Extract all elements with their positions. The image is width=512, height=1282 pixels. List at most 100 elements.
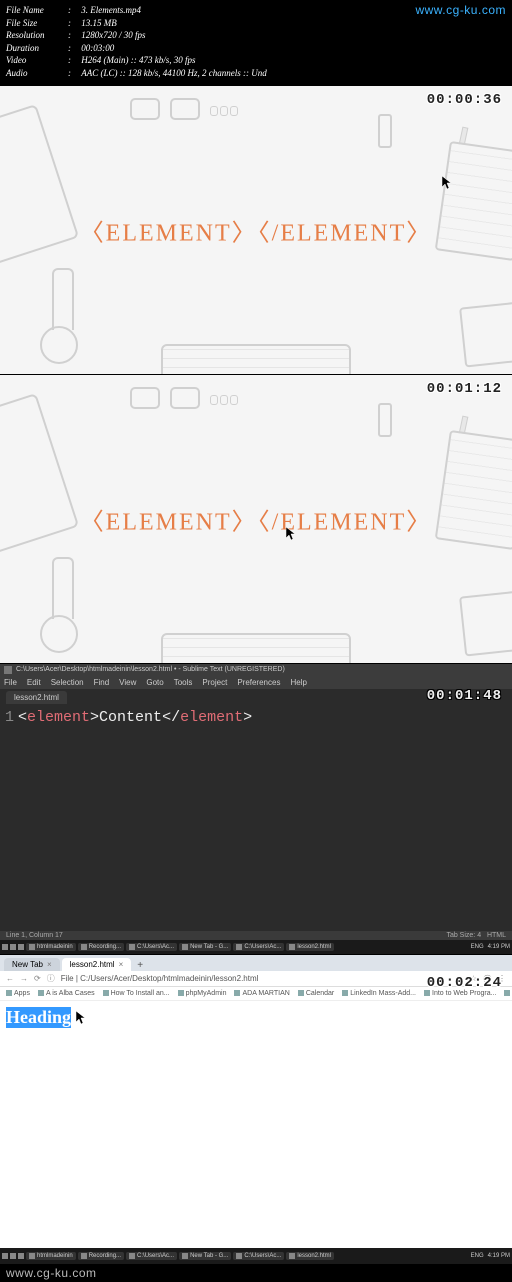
taskbar-item[interactable]: C:\Users\Ac...: [126, 1252, 177, 1260]
clips-sketch-icon: [210, 106, 250, 120]
editor-gutter: 1: [0, 708, 18, 927]
taskbar-item[interactable]: Recording...: [78, 1252, 124, 1260]
bookmark-item[interactable]: Into to Web Progra...: [424, 990, 496, 997]
folder-icon: [29, 944, 35, 950]
chrome-icon: [289, 1253, 295, 1259]
taskview-icon[interactable]: [18, 1253, 24, 1259]
editor-timestamp: 00:01:48: [427, 688, 502, 704]
editor-statusbar[interactable]: Line 1, Column 17 Tab Size: 4 HTML: [0, 931, 512, 940]
address-bar[interactable]: File | C:/Users/Acer/Desktop/htmlmadeini…: [61, 974, 464, 983]
bookmark-icon: [424, 990, 430, 996]
browser-panel: 00:02:24 New Tab× lesson2.html× + ← → ⟳ …: [0, 954, 512, 1264]
cursor-icon: [442, 176, 452, 190]
forward-button[interactable]: →: [20, 974, 28, 983]
windows-taskbar[interactable]: htmlmadeinin Recording... C:\Users\Ac...…: [0, 1248, 512, 1264]
reload-button[interactable]: ⟳: [34, 974, 41, 983]
slide-1-text: 〈ELEMENT〉〈/ELEMENT〉: [80, 212, 433, 247]
bookmark-icon: [298, 990, 304, 996]
menu-find[interactable]: Find: [94, 678, 110, 687]
bookmark-item[interactable]: Extensions: [504, 990, 512, 997]
taskbar-item[interactable]: C:\Users\Ac...: [233, 943, 284, 951]
bookmark-icon: [38, 990, 44, 996]
editor-panel: 00:01:48 C:\Users\Acer\Desktop\htmlmadei…: [0, 664, 512, 954]
taskbar-item[interactable]: lesson2.html: [286, 943, 334, 951]
bookmark-item[interactable]: A is Alba Cases: [38, 990, 95, 997]
taskbar-item[interactable]: Recording...: [78, 943, 124, 951]
bookmark-icon: [504, 990, 510, 996]
close-icon[interactable]: ×: [47, 960, 52, 969]
page-heading[interactable]: Heading: [6, 1007, 71, 1028]
chrome-icon: [182, 944, 188, 950]
taskbar-item[interactable]: C:\Users\Ac...: [126, 943, 177, 951]
browser-tab-newtab[interactable]: New Tab×: [4, 958, 60, 971]
editor-code-area[interactable]: 1 <element>Content</element>: [0, 704, 512, 931]
taskbar-item[interactable]: C:\Users\Ac...: [233, 1252, 284, 1260]
bookmark-item[interactable]: How To Install an...: [103, 990, 170, 997]
browser-tabstrip[interactable]: New Tab× lesson2.html× +: [0, 955, 512, 971]
taskbar-item[interactable]: New Tab - G...: [179, 1252, 231, 1260]
chrome-icon: [289, 944, 295, 950]
cursor-icon: [286, 527, 296, 541]
slide-2-text: 〈ELEMENT〉〈/ELEMENT〉: [80, 501, 433, 536]
mi-label-filesize: File Size: [6, 17, 64, 30]
mi-value-video: H264 (Main) :: 473 kb/s, 30 fps: [81, 54, 195, 67]
bookmark-item[interactable]: Calendar: [298, 990, 334, 997]
folder-icon: [29, 1253, 35, 1259]
book-sketch-icon: [459, 300, 512, 367]
menu-selection[interactable]: Selection: [51, 678, 84, 687]
taskbar-item[interactable]: htmlmadeinin: [26, 1252, 76, 1260]
bookmark-icon: [342, 990, 348, 996]
menu-tools[interactable]: Tools: [174, 678, 193, 687]
menu-help[interactable]: Help: [290, 678, 306, 687]
usb-sketch-icon: [378, 114, 392, 148]
tray-lang[interactable]: ENG: [471, 1253, 484, 1259]
mi-value-audio: AAC (LC) :: 128 kb/s, 44100 Hz, 2 channe…: [81, 67, 266, 80]
menu-view[interactable]: View: [119, 678, 136, 687]
start-icon[interactable]: [2, 1253, 8, 1259]
taskbar-item[interactable]: New Tab - G...: [179, 943, 231, 951]
tray-lang[interactable]: ENG: [471, 944, 484, 950]
bookmark-icon: [103, 990, 109, 996]
search-icon[interactable]: [10, 1253, 16, 1259]
slide-2: 00:01:12 〈ELEMENT〉〈/ELEMENT〉: [0, 375, 512, 664]
taskbar-tray[interactable]: ENG 4:19 PM: [471, 944, 510, 950]
bookmark-item[interactable]: phpMyAdmin: [178, 990, 227, 997]
editor-title: C:\Users\Acer\Desktop\htmlmadeinin\lesso…: [16, 666, 285, 673]
menu-goto[interactable]: Goto: [146, 678, 163, 687]
taskbar-item[interactable]: htmlmadeinin: [26, 943, 76, 951]
sublime-icon: [236, 1253, 242, 1259]
mi-label-duration: Duration: [6, 42, 64, 55]
menu-project[interactable]: Project: [202, 678, 227, 687]
tray-clock[interactable]: 4:19 PM: [488, 1253, 510, 1259]
browser-tab-active[interactable]: lesson2.html×: [62, 958, 132, 971]
start-icon[interactable]: [2, 944, 8, 950]
taskbar-item[interactable]: lesson2.html: [286, 1252, 334, 1260]
status-left: Line 1, Column 17: [6, 932, 63, 939]
status-tabsize[interactable]: Tab Size: 4: [446, 932, 481, 939]
book-sketch-icon: [459, 589, 512, 656]
editor-code-line[interactable]: <element>Content</element>: [18, 708, 252, 927]
rec-icon: [81, 1253, 87, 1259]
site-info-icon[interactable]: ⓘ: [47, 973, 55, 984]
taskbar-tray[interactable]: ENG 4:19 PM: [471, 1253, 510, 1259]
status-syntax[interactable]: HTML: [487, 932, 506, 939]
back-button[interactable]: ←: [6, 974, 14, 983]
menu-file[interactable]: File: [4, 678, 17, 687]
menu-preferences[interactable]: Preferences: [237, 678, 280, 687]
chrome-icon: [182, 1253, 188, 1259]
bookmark-item[interactable]: LinkedIn Mass-Add...: [342, 990, 416, 997]
bookmark-item[interactable]: ADA MARTIAN: [234, 990, 289, 997]
taskview-icon[interactable]: [18, 944, 24, 950]
windows-taskbar[interactable]: htmlmadeinin Recording... C:\Users\Ac...…: [0, 940, 512, 954]
tablet-sketch-icon: [0, 393, 79, 557]
browser-page[interactable]: Heading: [0, 1001, 512, 1248]
menu-edit[interactable]: Edit: [27, 678, 41, 687]
tray-clock[interactable]: 4:19 PM: [488, 944, 510, 950]
search-icon[interactable]: [10, 944, 16, 950]
new-tab-button[interactable]: +: [133, 960, 147, 971]
mi-label-resolution: Resolution: [6, 29, 64, 42]
apps-button[interactable]: Apps: [6, 990, 30, 997]
editor-titlebar[interactable]: C:\Users\Acer\Desktop\htmlmadeinin\lesso…: [0, 664, 512, 676]
close-icon[interactable]: ×: [119, 960, 124, 969]
editor-tab[interactable]: lesson2.html: [6, 691, 67, 704]
